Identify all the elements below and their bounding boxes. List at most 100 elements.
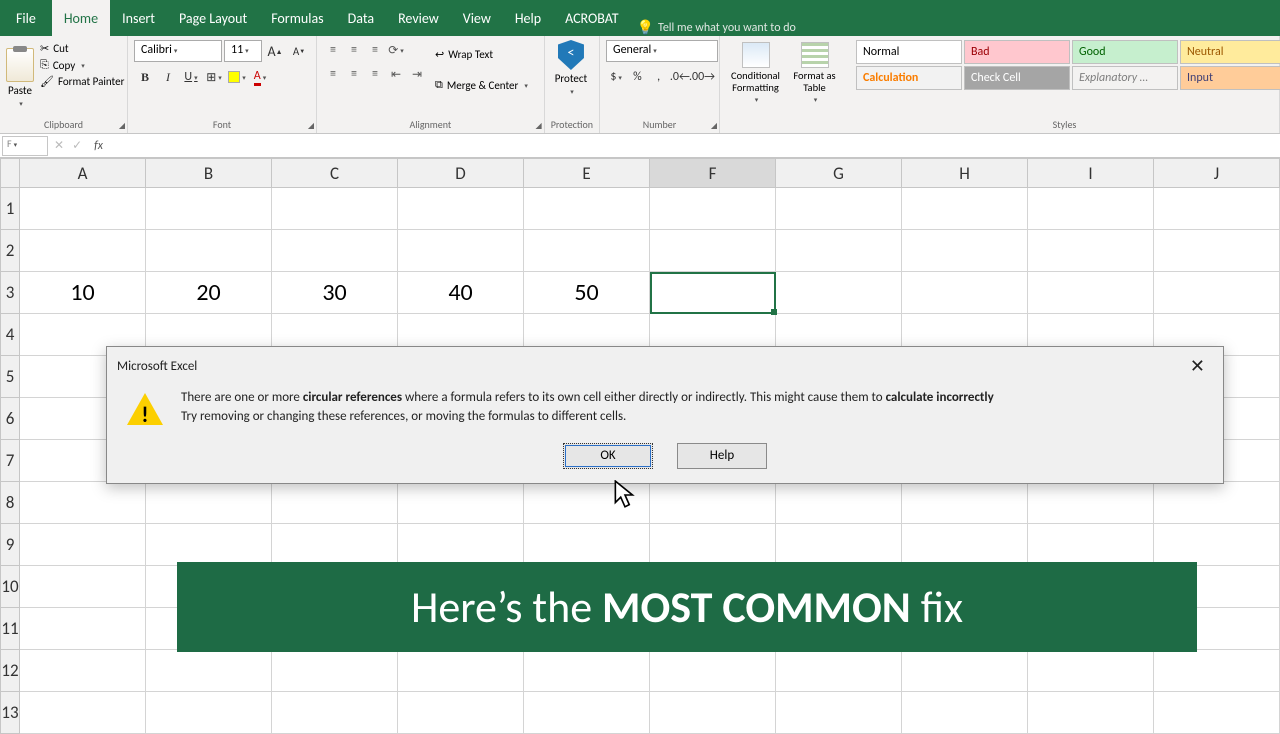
cell-D1[interactable] bbox=[398, 188, 524, 230]
tab-review[interactable]: Review bbox=[386, 0, 451, 36]
cell-C8[interactable] bbox=[272, 482, 398, 524]
cell-A1[interactable] bbox=[20, 188, 146, 230]
align-bottom-button[interactable]: ≡ bbox=[365, 40, 385, 60]
clipboard-launcher-icon[interactable]: ◢ bbox=[119, 121, 125, 131]
tab-page-layout[interactable]: Page Layout bbox=[167, 0, 259, 36]
cell-J1[interactable] bbox=[1154, 188, 1280, 230]
tab-home[interactable]: Home bbox=[52, 0, 110, 36]
cell-H12[interactable] bbox=[902, 650, 1028, 692]
cell-G1[interactable] bbox=[776, 188, 902, 230]
cell-D8[interactable] bbox=[398, 482, 524, 524]
conditional-formatting-button[interactable]: Conditional Formatting bbox=[726, 40, 785, 129]
cell-B8[interactable] bbox=[146, 482, 272, 524]
align-middle-button[interactable]: ≡ bbox=[344, 40, 364, 60]
increase-decimal-button[interactable]: .0← bbox=[670, 66, 690, 88]
cell-G9[interactable] bbox=[776, 524, 902, 566]
cell-A13[interactable] bbox=[20, 692, 146, 734]
column-header-G[interactable]: G bbox=[776, 158, 902, 188]
cell-E13[interactable] bbox=[524, 692, 650, 734]
accounting-format-button[interactable]: $ bbox=[606, 66, 626, 88]
protect-button[interactable]: < Protect bbox=[551, 40, 592, 116]
alignment-launcher-icon[interactable]: ◢ bbox=[536, 121, 542, 131]
formula-input[interactable] bbox=[111, 134, 1280, 157]
cell-A9[interactable] bbox=[20, 524, 146, 566]
row-header-7[interactable]: 7 bbox=[0, 440, 20, 482]
cell-H3[interactable] bbox=[902, 272, 1028, 314]
column-header-A[interactable]: A bbox=[20, 158, 146, 188]
cut-button[interactable]: ✂Cut bbox=[40, 42, 124, 55]
cell-A8[interactable] bbox=[20, 482, 146, 524]
tab-file[interactable]: File bbox=[0, 0, 52, 36]
style-normal[interactable]: Normal bbox=[856, 40, 962, 64]
cell-I9[interactable] bbox=[1028, 524, 1154, 566]
cell-J12[interactable] bbox=[1154, 650, 1280, 692]
cell-C13[interactable] bbox=[272, 692, 398, 734]
number-launcher-icon[interactable]: ◢ bbox=[711, 121, 717, 131]
cell-B9[interactable] bbox=[146, 524, 272, 566]
row-header-5[interactable]: 5 bbox=[0, 356, 20, 398]
column-header-E[interactable]: E bbox=[524, 158, 650, 188]
cell-J9[interactable] bbox=[1154, 524, 1280, 566]
percent-format-button[interactable]: % bbox=[627, 66, 647, 88]
cell-H1[interactable] bbox=[902, 188, 1028, 230]
decrease-font-button[interactable]: A▼ bbox=[288, 40, 310, 62]
wrap-text-button[interactable]: ↩Wrap Text bbox=[435, 40, 528, 68]
cell-B1[interactable] bbox=[146, 188, 272, 230]
cell-C9[interactable] bbox=[272, 524, 398, 566]
row-header-1[interactable]: 1 bbox=[0, 188, 20, 230]
cell-F9[interactable] bbox=[650, 524, 776, 566]
tab-formulas[interactable]: Formulas bbox=[259, 0, 335, 36]
font-size-select[interactable]: 11 bbox=[224, 40, 262, 62]
decrease-decimal-button[interactable]: .00→ bbox=[691, 66, 713, 88]
style-calculation[interactable]: Calculation bbox=[856, 66, 962, 90]
cell-E3[interactable]: 50 bbox=[524, 272, 650, 314]
cell-G8[interactable] bbox=[776, 482, 902, 524]
cell-G12[interactable] bbox=[776, 650, 902, 692]
row-header-11[interactable]: 11 bbox=[0, 608, 20, 650]
font-launcher-icon[interactable]: ◢ bbox=[308, 121, 314, 131]
cell-I13[interactable] bbox=[1028, 692, 1154, 734]
dialog-help-button[interactable]: Help bbox=[677, 443, 767, 469]
fx-icon[interactable]: fx bbox=[86, 139, 111, 153]
column-header-C[interactable]: C bbox=[272, 158, 398, 188]
cell-J13[interactable] bbox=[1154, 692, 1280, 734]
number-format-select[interactable]: General bbox=[606, 40, 718, 62]
orientation-button[interactable]: ⟳ bbox=[386, 40, 406, 60]
cell-B12[interactable] bbox=[146, 650, 272, 692]
enter-icon[interactable]: ✓ bbox=[68, 138, 86, 153]
row-header-2[interactable]: 2 bbox=[0, 230, 20, 272]
cell-D12[interactable] bbox=[398, 650, 524, 692]
column-header-D[interactable]: D bbox=[398, 158, 524, 188]
style-explanatory[interactable]: Explanatory … bbox=[1072, 66, 1178, 90]
bold-button[interactable]: B bbox=[134, 66, 156, 88]
align-center-button[interactable]: ≡ bbox=[344, 64, 364, 84]
cell-B2[interactable] bbox=[146, 230, 272, 272]
cell-A11[interactable] bbox=[20, 608, 146, 650]
cell-J3[interactable] bbox=[1154, 272, 1280, 314]
style-neutral[interactable]: Neutral bbox=[1180, 40, 1280, 64]
cell-I3[interactable] bbox=[1028, 272, 1154, 314]
row-header-13[interactable]: 13 bbox=[0, 692, 20, 734]
select-all-button[interactable] bbox=[0, 158, 20, 188]
italic-button[interactable]: I bbox=[157, 66, 179, 88]
cell-F8[interactable] bbox=[650, 482, 776, 524]
cell-H2[interactable] bbox=[902, 230, 1028, 272]
tab-data[interactable]: Data bbox=[336, 0, 386, 36]
cell-E1[interactable] bbox=[524, 188, 650, 230]
cell-E9[interactable] bbox=[524, 524, 650, 566]
decrease-indent-button[interactable]: ⇤ bbox=[386, 64, 406, 84]
cell-F1[interactable] bbox=[650, 188, 776, 230]
align-left-button[interactable]: ≡ bbox=[323, 64, 343, 84]
column-header-B[interactable]: B bbox=[146, 158, 272, 188]
cancel-icon[interactable]: ✕ bbox=[50, 138, 68, 153]
row-header-10[interactable]: 10 bbox=[0, 566, 20, 608]
cell-C12[interactable] bbox=[272, 650, 398, 692]
row-header-9[interactable]: 9 bbox=[0, 524, 20, 566]
row-header-6[interactable]: 6 bbox=[0, 398, 20, 440]
align-top-button[interactable]: ≡ bbox=[323, 40, 343, 60]
borders-button[interactable]: ⊞ bbox=[203, 66, 225, 88]
cell-H13[interactable] bbox=[902, 692, 1028, 734]
tab-acrobat[interactable]: ACROBAT bbox=[553, 0, 631, 36]
cell-J2[interactable] bbox=[1154, 230, 1280, 272]
cell-D9[interactable] bbox=[398, 524, 524, 566]
